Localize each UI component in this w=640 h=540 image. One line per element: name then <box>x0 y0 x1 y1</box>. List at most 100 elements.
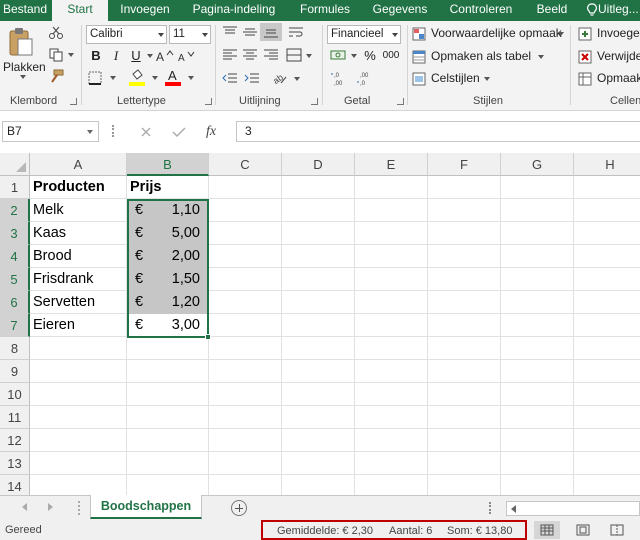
chevron-down-icon[interactable] <box>110 76 116 80</box>
bold-button[interactable]: B <box>87 47 105 65</box>
cell-b5[interactable]: €1,50 <box>127 268 209 291</box>
column-header-a[interactable]: A <box>30 153 127 176</box>
cell-b7-active[interactable]: €3,00 <box>127 314 209 337</box>
row-header[interactable]: 9 <box>0 360 30 383</box>
increase-decimal-icon[interactable]: ,0,00 <box>330 70 348 86</box>
column-header-h[interactable]: H <box>574 153 640 176</box>
tab-beeld[interactable]: Beeld <box>528 0 576 21</box>
insert-cells-button[interactable]: Invoegen <box>578 25 640 43</box>
tab-pagina-indeling[interactable]: Pagina-indeling <box>186 0 282 21</box>
format-painter-icon[interactable] <box>48 69 64 83</box>
splitter-handle[interactable] <box>489 502 491 514</box>
wrap-text-icon[interactable] <box>288 26 304 38</box>
select-all-button[interactable] <box>0 153 30 176</box>
grow-font-icon[interactable]: A <box>156 50 174 62</box>
scroll-left-icon[interactable] <box>22 503 27 511</box>
clipboard-launcher-icon[interactable] <box>70 98 77 105</box>
cut-icon[interactable] <box>48 26 64 40</box>
column-header-b[interactable]: B <box>127 153 209 176</box>
row-header[interactable]: 14 <box>0 475 30 495</box>
chevron-down-icon[interactable] <box>351 54 357 58</box>
cell-a6[interactable]: Servetten <box>30 291 127 314</box>
column-header-g[interactable]: G <box>501 153 574 176</box>
column-header-e[interactable]: E <box>355 153 428 176</box>
tab-formules[interactable]: Formules <box>292 0 358 21</box>
fill-handle[interactable] <box>205 334 211 340</box>
alignment-launcher-icon[interactable] <box>311 98 318 105</box>
sheet-tab-boodschappen[interactable]: Boodschappen <box>90 495 202 519</box>
scroll-right-icon[interactable] <box>48 503 53 511</box>
horizontal-scrollbar[interactable] <box>506 501 640 516</box>
tab-bestand[interactable]: Bestand <box>0 0 50 21</box>
row-header[interactable]: 2 <box>0 199 30 222</box>
font-size-select[interactable]: 11 <box>169 25 211 44</box>
page-layout-view-button[interactable] <box>570 521 596 539</box>
cell-b4[interactable]: €2,00 <box>127 245 209 268</box>
format-cells-button[interactable]: Opmaak <box>578 70 640 88</box>
chevron-down-icon[interactable] <box>147 54 153 58</box>
chevron-down-icon[interactable] <box>294 77 300 81</box>
chevron-down-icon[interactable] <box>152 76 158 80</box>
align-right-icon[interactable] <box>263 49 279 61</box>
scroll-left-icon[interactable] <box>511 505 516 513</box>
normal-view-button[interactable] <box>534 521 560 539</box>
align-top-icon[interactable] <box>222 26 238 38</box>
tab-invoegen[interactable]: Invoegen <box>110 0 180 21</box>
row-header[interactable]: 13 <box>0 452 30 475</box>
orientation-icon[interactable]: ab <box>272 71 288 85</box>
conditional-formatting-button[interactable]: Voorwaardelijke opmaak <box>412 25 564 43</box>
italic-button[interactable]: I <box>107 47 125 65</box>
copy-icon[interactable] <box>48 48 64 62</box>
column-header-c[interactable]: C <box>209 153 282 176</box>
decrease-indent-icon[interactable] <box>222 72 238 84</box>
format-as-table-button[interactable]: Opmaken als tabel <box>412 48 544 66</box>
shrink-font-icon[interactable]: A <box>178 50 196 62</box>
row-header[interactable]: 4 <box>0 245 30 268</box>
font-launcher-icon[interactable] <box>205 98 212 105</box>
row-header[interactable]: 1 <box>0 176 30 199</box>
name-box[interactable]: B7 <box>2 121 99 142</box>
cell-b1[interactable]: Prijs <box>127 176 209 199</box>
paste-button[interactable]: Plakken <box>2 25 46 79</box>
cell-a7[interactable]: Eieren <box>30 314 127 337</box>
align-center-icon[interactable] <box>242 49 258 61</box>
row-header[interactable]: 12 <box>0 429 30 452</box>
page-break-view-button[interactable] <box>604 521 630 539</box>
chevron-down-icon[interactable] <box>306 54 312 58</box>
row-header[interactable]: 11 <box>0 406 30 429</box>
align-middle-icon[interactable] <box>242 26 258 38</box>
tab-start[interactable]: Start <box>52 0 108 22</box>
cell-b6[interactable]: €1,20 <box>127 291 209 314</box>
tab-controleren[interactable]: Controleren <box>442 0 520 21</box>
row-header[interactable]: 8 <box>0 337 30 360</box>
font-color-button[interactable]: A <box>164 68 184 87</box>
underline-button[interactable]: U <box>127 47 145 65</box>
cell-a5[interactable]: Frisdrank <box>30 268 127 291</box>
tab-uitleg[interactable]: Uitleg... <box>598 0 640 21</box>
number-launcher-icon[interactable] <box>397 98 404 105</box>
fill-color-button[interactable] <box>128 69 148 87</box>
row-header[interactable]: 7 <box>0 314 30 337</box>
cell-styles-button[interactable]: Celstijlen <box>412 70 492 88</box>
cell-b2[interactable]: €1,10 <box>127 199 209 222</box>
add-sheet-icon[interactable] <box>231 500 247 516</box>
row-header[interactable]: 6 <box>0 291 30 314</box>
cell-b3[interactable]: €5,00 <box>127 222 209 245</box>
borders-icon[interactable] <box>88 71 102 85</box>
increase-indent-icon[interactable] <box>244 72 260 84</box>
cell-a1[interactable]: Producten <box>30 176 127 199</box>
row-header[interactable]: 5 <box>0 268 30 291</box>
enter-check-icon[interactable] <box>172 126 186 138</box>
chevron-down-icon[interactable] <box>68 53 74 57</box>
worksheet-grid[interactable]: A B C D E F G H 1 2 3 4 5 6 7 8 9 10 11 … <box>0 153 640 495</box>
font-name-select[interactable]: Calibri <box>86 25 167 44</box>
merge-center-icon[interactable] <box>286 48 302 62</box>
thousands-separator-button[interactable]: 000 <box>380 47 402 65</box>
cell-a3[interactable]: Kaas <box>30 222 127 245</box>
percent-button[interactable]: % <box>361 47 379 65</box>
number-format-select[interactable]: Financieel <box>327 25 401 44</box>
formula-bar-grip[interactable] <box>112 125 114 137</box>
accounting-format-icon[interactable] <box>330 48 346 62</box>
insert-function-button[interactable]: fx <box>206 124 216 140</box>
row-header[interactable]: 10 <box>0 383 30 406</box>
